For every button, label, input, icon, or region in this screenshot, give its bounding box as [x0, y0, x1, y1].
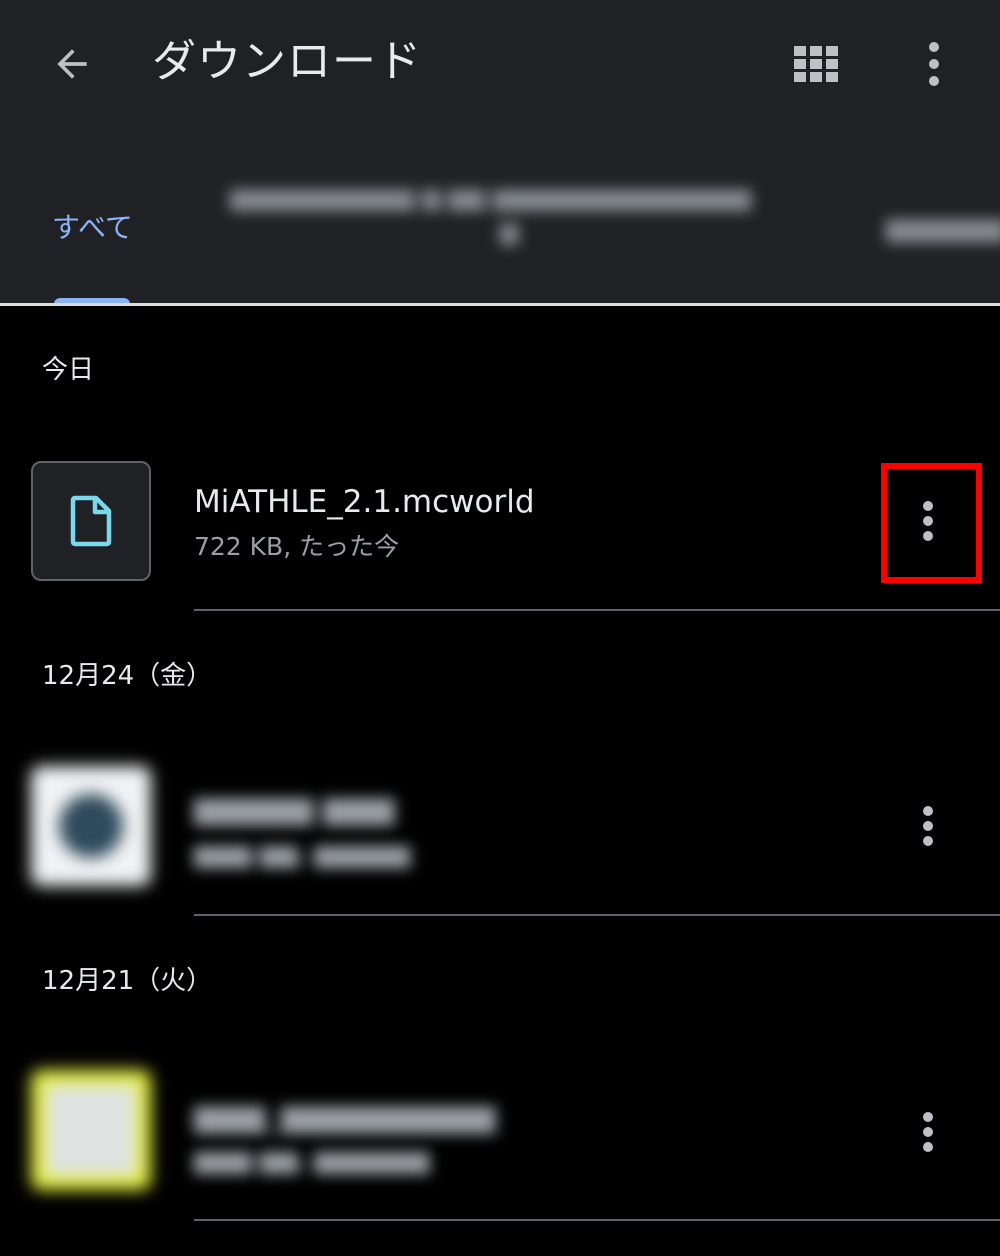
tab-blurred-2[interactable]: ▆▆▆▆▆▆ [886, 196, 1000, 260]
file-name-blurred: ▆▆▆▆▆ ▆▆▆ [194, 790, 395, 826]
arrow-back-icon [57, 49, 87, 79]
more-vert-icon [923, 806, 933, 846]
page-title: ダウンロード [152, 36, 422, 87]
file-meta-blurred: ▆▆▆ ▆▆, ▆▆▆▆▆▆ [194, 1145, 430, 1174]
grid-view-icon [794, 46, 838, 82]
divider [194, 914, 1000, 916]
item-menu-button[interactable] [898, 791, 958, 861]
divider [194, 1219, 1000, 1221]
highlight-box [881, 463, 982, 583]
file-meta: 722 KB, たった今 [194, 532, 400, 561]
file-meta-blurred: ▆▆▆ ▆▆, ▆▆▆▆▆ [194, 839, 411, 868]
image-thumbnail [31, 1070, 151, 1190]
section-header-dec-24: 12月24（金） [42, 661, 213, 691]
app-bar: ダウンロード すべて ▆▆▆▆▆▆▆▆▆▆ ▆ ▆▆ ▆▆▆▆▆▆▆▆▆▆▆▆▆… [0, 0, 1000, 304]
image-thumbnail [31, 766, 151, 886]
back-button[interactable] [40, 28, 104, 100]
file-icon [70, 495, 112, 547]
divider [194, 609, 1000, 611]
file-thumbnail [31, 461, 151, 581]
more-vert-icon [923, 1112, 933, 1152]
grid-view-button[interactable] [782, 28, 850, 100]
item-menu-button[interactable] [898, 1097, 958, 1167]
section-header-today: 今日 [42, 355, 95, 385]
file-name-blurred: ▆▆▆_▆▆▆▆▆▆▆▆▆ [194, 1098, 496, 1134]
section-header-dec-21: 12月21（火） [42, 966, 213, 996]
tab-all[interactable]: すべて [52, 196, 133, 260]
overflow-menu-button[interactable] [904, 28, 964, 100]
divider [0, 303, 1000, 306]
tab-blurred-1[interactable]: ▆▆▆▆▆▆▆▆▆▆ ▆ ▆▆ ▆▆▆▆▆▆▆▆▆▆▆▆▆▆ ▆ [230, 180, 830, 245]
file-name: MiATHLE_2.1.mcworld [194, 484, 535, 520]
more-vert-icon [929, 42, 939, 86]
